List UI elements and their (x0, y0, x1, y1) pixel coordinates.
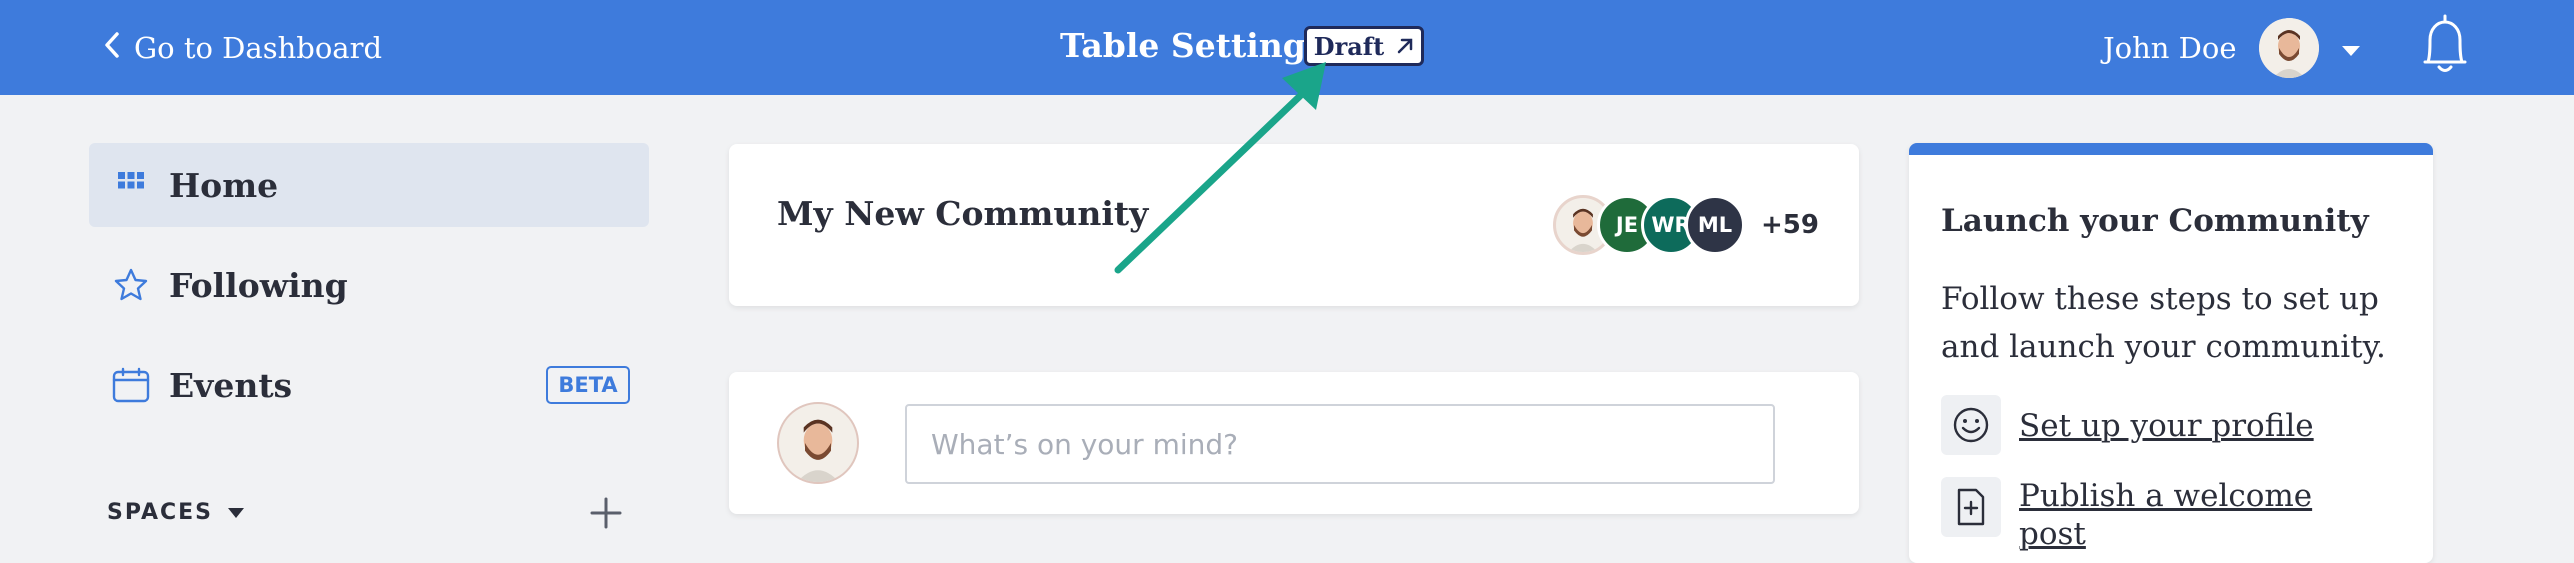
chevron-left-icon (104, 31, 120, 66)
star-icon (111, 265, 151, 305)
sidebar-item-home[interactable]: Home (89, 143, 649, 227)
draft-label: Draft (1313, 31, 1385, 61)
launch-description: Follow these steps to set up and launch … (1941, 281, 2386, 365)
avatar (777, 402, 859, 484)
draft-badge-button[interactable]: Draft (1304, 26, 1424, 66)
top-bar: Go to Dashboard Table Setting Draft John… (0, 0, 2574, 95)
user-menu[interactable]: John Doe (2103, 17, 2361, 79)
chevron-down-icon (2341, 31, 2361, 65)
spaces-label: SPACES (107, 500, 213, 525)
plus-icon (590, 497, 622, 529)
step-publish-welcome-post[interactable]: Publish a welcome post (1941, 477, 2379, 553)
step-setup-profile[interactable]: Set up your profile (1941, 395, 2379, 455)
external-arrow-icon (1396, 32, 1414, 61)
back-label: Go to Dashboard (134, 31, 383, 65)
spaces-section-toggle[interactable]: SPACES (107, 500, 245, 525)
page-title: Table Setting (1060, 26, 1306, 65)
avatar (2258, 18, 2319, 78)
caret-down-icon (227, 500, 245, 525)
add-space-button[interactable] (588, 495, 624, 531)
sidebar-item-following[interactable]: Following (89, 243, 649, 327)
step-label[interactable]: Set up your profile (2019, 395, 2379, 445)
member-avatars[interactable]: JE WR ML +59 (1553, 194, 1819, 256)
user-name: John Doe (2103, 31, 2237, 65)
step-label[interactable]: Publish a welcome post (2019, 477, 2379, 553)
go-to-dashboard-link[interactable]: Go to Dashboard (104, 28, 382, 68)
community-card: My New Community JE WR ML +59 (729, 144, 1859, 306)
member-avatar: ML (1685, 195, 1745, 255)
launch-community-panel: Launch your Community Follow these steps… (1909, 143, 2433, 563)
launch-title: Launch your Community (1941, 203, 2369, 239)
community-name: My New Community (777, 194, 1149, 233)
sidebar-item-label: Events (169, 365, 293, 405)
sidebar-item-label: Following (169, 265, 348, 305)
grid-icon (111, 165, 151, 205)
add-document-icon (1941, 477, 2001, 537)
calendar-icon (111, 365, 151, 405)
beta-badge: BETA (546, 366, 630, 404)
smiley-icon (1941, 395, 2001, 455)
post-input[interactable] (905, 404, 1775, 484)
notification-bell-icon[interactable] (2420, 12, 2470, 78)
more-members-count: +59 (1761, 210, 1819, 240)
post-composer (729, 372, 1859, 514)
sidebar-item-label: Home (169, 165, 279, 205)
